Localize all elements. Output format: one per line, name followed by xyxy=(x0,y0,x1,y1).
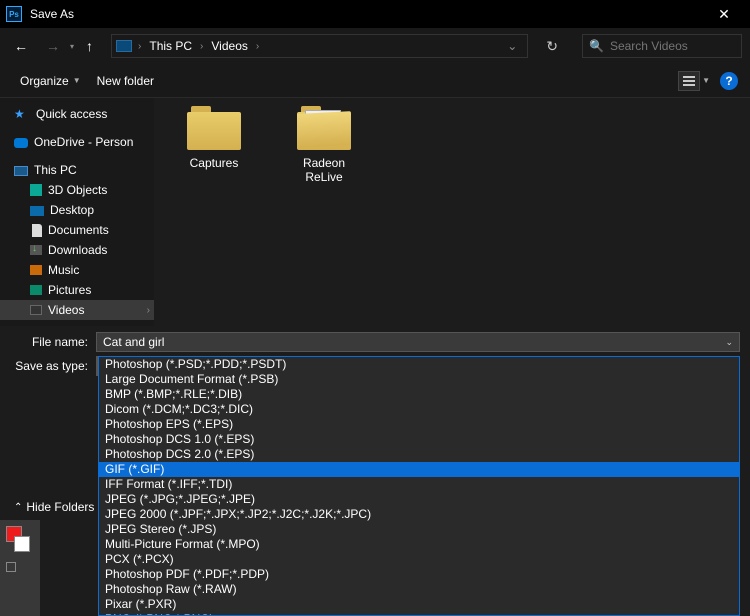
filetype-option[interactable]: Pixar (*.PXR) xyxy=(99,597,739,612)
sidebar-music[interactable]: Music xyxy=(0,260,154,280)
photoshop-icon: Ps xyxy=(6,6,22,22)
folder-content[interactable]: Captures Radeon ReLive xyxy=(154,98,750,326)
sidebar-this-pc[interactable]: This PC xyxy=(0,160,154,180)
sidebar-desktop[interactable]: Desktop xyxy=(0,200,154,220)
filename-label: File name: xyxy=(10,335,96,349)
filetype-option[interactable]: BMP (*.BMP;*.RLE;*.DIB) xyxy=(99,387,739,402)
filetype-option[interactable]: Photoshop (*.PSD;*.PDD;*.PSDT) xyxy=(99,357,739,372)
music-icon xyxy=(30,265,42,275)
photoshop-tool-strip xyxy=(0,520,40,616)
filename-input[interactable]: Cat and girl ⌄ xyxy=(96,332,740,352)
address-dropdown[interactable]: ⌄ xyxy=(501,39,523,53)
folder-item[interactable]: Radeon ReLive xyxy=(284,106,364,184)
view-options-button[interactable] xyxy=(678,71,700,91)
sidebar-documents[interactable]: Documents xyxy=(0,220,154,240)
chevron-right-icon[interactable]: › xyxy=(196,41,207,52)
chevron-right-icon[interactable]: › xyxy=(147,305,150,316)
history-dropdown[interactable]: ▾ xyxy=(70,42,74,51)
organize-button[interactable]: Organize▼ xyxy=(12,70,89,92)
search-box[interactable]: 🔍 xyxy=(582,34,742,58)
folder-label: Radeon ReLive xyxy=(284,156,364,184)
star-icon xyxy=(14,107,30,121)
sidebar-onedrive[interactable]: OneDrive - Person xyxy=(0,132,154,152)
pc-icon xyxy=(14,166,28,176)
sidebar-videos[interactable]: Videos › xyxy=(0,300,154,320)
navigation-bar: ← → ▾ ↑ › This PC › Videos › ⌄ ↻ 🔍 xyxy=(0,28,750,64)
filetype-option[interactable]: IFF Format (*.IFF;*.TDI) xyxy=(99,477,739,492)
filetype-option[interactable]: Photoshop EPS (*.EPS) xyxy=(99,417,739,432)
filetype-option[interactable]: JPEG (*.JPG;*.JPEG;*.JPE) xyxy=(99,492,739,507)
filetype-option[interactable]: GIF (*.GIF) xyxy=(99,462,739,477)
window-title: Save As xyxy=(30,7,704,21)
folder-icon xyxy=(297,106,351,150)
filetype-dropdown[interactable]: Photoshop (*.PSD;*.PDD;*.PSDT)Large Docu… xyxy=(98,356,740,616)
address-bar[interactable]: › This PC › Videos › ⌄ xyxy=(111,34,528,58)
filetype-option[interactable]: JPEG Stereo (*.JPS) xyxy=(99,522,739,537)
desktop-icon xyxy=(30,206,44,216)
up-button[interactable]: ↑ xyxy=(80,34,99,58)
filetype-option[interactable]: Multi-Picture Format (*.MPO) xyxy=(99,537,739,552)
chevron-down-icon[interactable]: ▼ xyxy=(702,76,710,85)
video-icon xyxy=(30,305,42,315)
chevron-right-icon[interactable]: › xyxy=(252,41,263,52)
chevron-down-icon[interactable]: ⌄ xyxy=(725,337,733,348)
download-icon xyxy=(30,245,42,255)
new-folder-button[interactable]: New folder xyxy=(89,70,162,92)
filetype-option[interactable]: Photoshop DCS 1.0 (*.EPS) xyxy=(99,432,739,447)
sidebar-pictures[interactable]: Pictures xyxy=(0,280,154,300)
document-icon xyxy=(32,224,42,237)
picture-icon xyxy=(30,285,42,295)
sidebar-downloads[interactable]: Downloads xyxy=(0,240,154,260)
background-color-swatch[interactable] xyxy=(14,536,30,552)
back-button[interactable]: ← xyxy=(8,34,34,58)
cube-icon xyxy=(30,184,42,196)
main-area: Quick access OneDrive - Person This PC 3… xyxy=(0,98,750,326)
sidebar-quick-access[interactable]: Quick access xyxy=(0,104,154,124)
filetype-option[interactable]: JPEG 2000 (*.JPF;*.JPX;*.JP2;*.J2C;*.J2K… xyxy=(99,507,739,522)
filetype-option[interactable]: PCX (*.PCX) xyxy=(99,552,739,567)
search-icon: 🔍 xyxy=(589,39,604,53)
breadcrumb-root[interactable]: This PC xyxy=(145,37,196,55)
onedrive-icon xyxy=(14,138,28,148)
filetype-option[interactable]: Dicom (*.DCM;*.DC3;*.DIC) xyxy=(99,402,739,417)
hide-folders-button[interactable]: ⌃ Hide Folders xyxy=(8,498,100,516)
chevron-down-icon: ▼ xyxy=(73,76,81,85)
filetype-option[interactable]: Photoshop PDF (*.PDF;*.PDP) xyxy=(99,567,739,582)
toolbar: Organize▼ New folder ▼ ? xyxy=(0,64,750,98)
sidebar-3d-objects[interactable]: 3D Objects xyxy=(0,180,154,200)
filetype-option[interactable]: PNG (*.PNG;*.PNG) xyxy=(99,612,739,616)
pc-icon xyxy=(116,40,132,52)
breadcrumb-folder[interactable]: Videos xyxy=(207,37,251,55)
filetype-option[interactable]: Photoshop DCS 2.0 (*.EPS) xyxy=(99,447,739,462)
chevron-up-icon: ⌃ xyxy=(14,502,22,513)
filetype-option[interactable]: Photoshop Raw (*.RAW) xyxy=(99,582,739,597)
navigation-sidebar: Quick access OneDrive - Person This PC 3… xyxy=(0,98,154,326)
help-button[interactable]: ? xyxy=(720,72,738,90)
quick-mask-icon[interactable] xyxy=(6,562,16,572)
chevron-right-icon[interactable]: › xyxy=(134,41,145,52)
saveastype-label: Save as type: xyxy=(10,359,96,373)
folder-label: Captures xyxy=(190,156,239,170)
folder-item[interactable]: Captures xyxy=(174,106,254,170)
filetype-option[interactable]: Large Document Format (*.PSB) xyxy=(99,372,739,387)
folder-icon xyxy=(187,106,241,150)
close-button[interactable]: ✕ xyxy=(704,0,744,28)
forward-button[interactable]: → xyxy=(40,34,66,58)
search-input[interactable] xyxy=(610,39,750,53)
refresh-button[interactable]: ↻ xyxy=(534,38,570,55)
title-bar: Ps Save As ✕ xyxy=(0,0,750,28)
